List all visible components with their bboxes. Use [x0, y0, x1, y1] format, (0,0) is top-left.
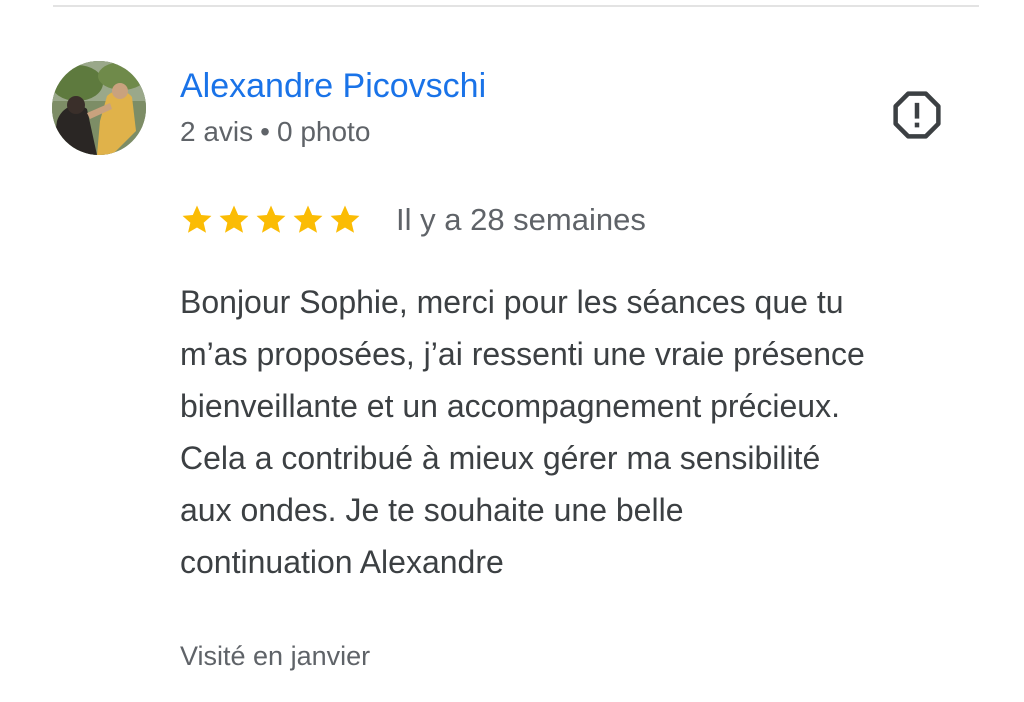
review-text-line: m’as proposées, j’ai ressenti une vraie … [180, 336, 865, 372]
alert-octagon-icon [893, 91, 941, 139]
rating-row: Il y a 28 semaines [180, 198, 646, 242]
reviewer-name[interactable]: Alexandre Picovschi [180, 64, 486, 108]
star-icon [293, 205, 323, 233]
review-text-line: Cela a contribué à mieux gérer ma sensib… [180, 440, 821, 476]
avatar-photo [52, 61, 146, 155]
reviewer-meta: 2 avis • 0 photo [180, 114, 370, 150]
review-text-line: Bonjour Sophie, merci pour les séances q… [180, 284, 844, 320]
review-text-line: continuation Alexandre [180, 544, 504, 580]
star-rating [180, 203, 362, 237]
reviews-count: 2 avis [180, 116, 254, 147]
visit-info: Visité en janvier [180, 641, 371, 671]
star-icon [330, 205, 360, 233]
review-text-line: aux ondes. Je te souhaite une belle [180, 492, 684, 528]
star-icon [219, 205, 249, 233]
top-divider [53, 5, 979, 7]
reviewer-avatar[interactable] [52, 61, 146, 155]
report-button[interactable] [890, 88, 944, 142]
review-date: Il y a 28 semaines [396, 202, 646, 237]
review-text: Bonjour Sophie, merci pour les séances q… [180, 276, 990, 588]
review-text-line: bienveillante et un accompagnement préci… [180, 388, 840, 424]
star-icon [256, 205, 286, 233]
meta-separator: • [260, 116, 270, 147]
photos-count: 0 photo [276, 116, 371, 147]
star-icon [182, 205, 212, 233]
